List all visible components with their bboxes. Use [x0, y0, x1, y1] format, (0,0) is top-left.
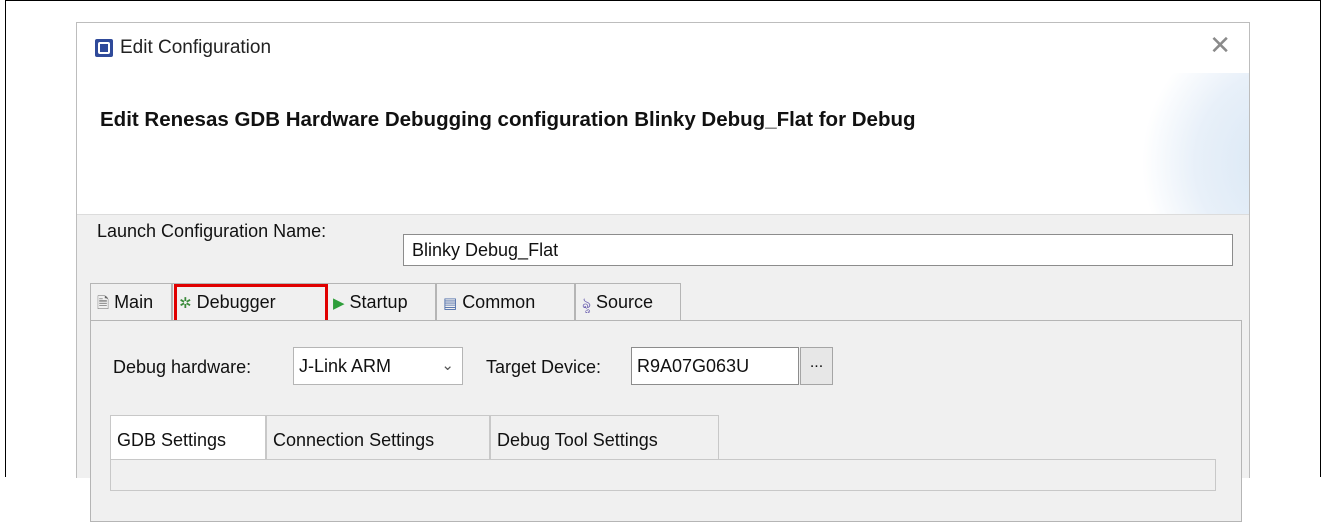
debug-hardware-select[interactable]: J-Link ARM ⌄	[293, 347, 463, 385]
tab-source[interactable]: ৡ Source	[575, 283, 681, 323]
target-device-input[interactable]: R9A07G063U	[631, 347, 799, 385]
target-device-label: Target Device:	[486, 357, 602, 377]
debug-hardware-label: Debug hardware:	[113, 357, 252, 377]
launch-config-name-label: Launch Configuration Name:	[97, 221, 327, 241]
tab-common-label: Common	[462, 292, 536, 312]
window-title: Edit Configuration	[120, 37, 272, 58]
close-icon[interactable]: ✕	[1209, 33, 1231, 59]
banner-heading: Edit Renesas GDB Hardware Debugging conf…	[100, 108, 916, 131]
app-icon	[95, 39, 113, 57]
debugger-tab-highlight	[174, 284, 328, 323]
subtab-gdb-settings[interactable]: GDB Settings	[110, 415, 266, 460]
play-icon: ▶	[333, 295, 345, 312]
source-icon: ৡ	[582, 295, 592, 312]
title-bar: Edit Configuration ✕	[77, 23, 1249, 73]
launch-config-name-input[interactable]: Blinky Debug_Flat	[403, 234, 1233, 266]
tab-common[interactable]: ▤ Common	[436, 283, 575, 323]
tab-main-label: Main	[114, 292, 154, 312]
banner-decoration	[1109, 73, 1249, 214]
chevron-down-icon: ⌄	[441, 357, 454, 374]
tab-startup-label: Startup	[349, 292, 408, 312]
debug-hardware-value: J-Link ARM	[299, 356, 392, 376]
window-icon: ▤	[443, 295, 458, 312]
dialog-banner: Edit Renesas GDB Hardware Debugging conf…	[77, 73, 1249, 215]
tab-main[interactable]: 🗎 Main	[90, 283, 172, 323]
document-icon: 🗎	[97, 295, 110, 312]
subtab-connection-settings[interactable]: Connection Settings	[266, 415, 490, 460]
subtab-debug-tool-settings[interactable]: Debug Tool Settings	[490, 415, 719, 460]
tab-source-label: Source	[596, 292, 654, 312]
gdb-settings-panel	[110, 459, 1216, 491]
tab-startup[interactable]: ▶ Startup	[326, 283, 436, 323]
browse-button[interactable]: ...	[800, 347, 833, 385]
